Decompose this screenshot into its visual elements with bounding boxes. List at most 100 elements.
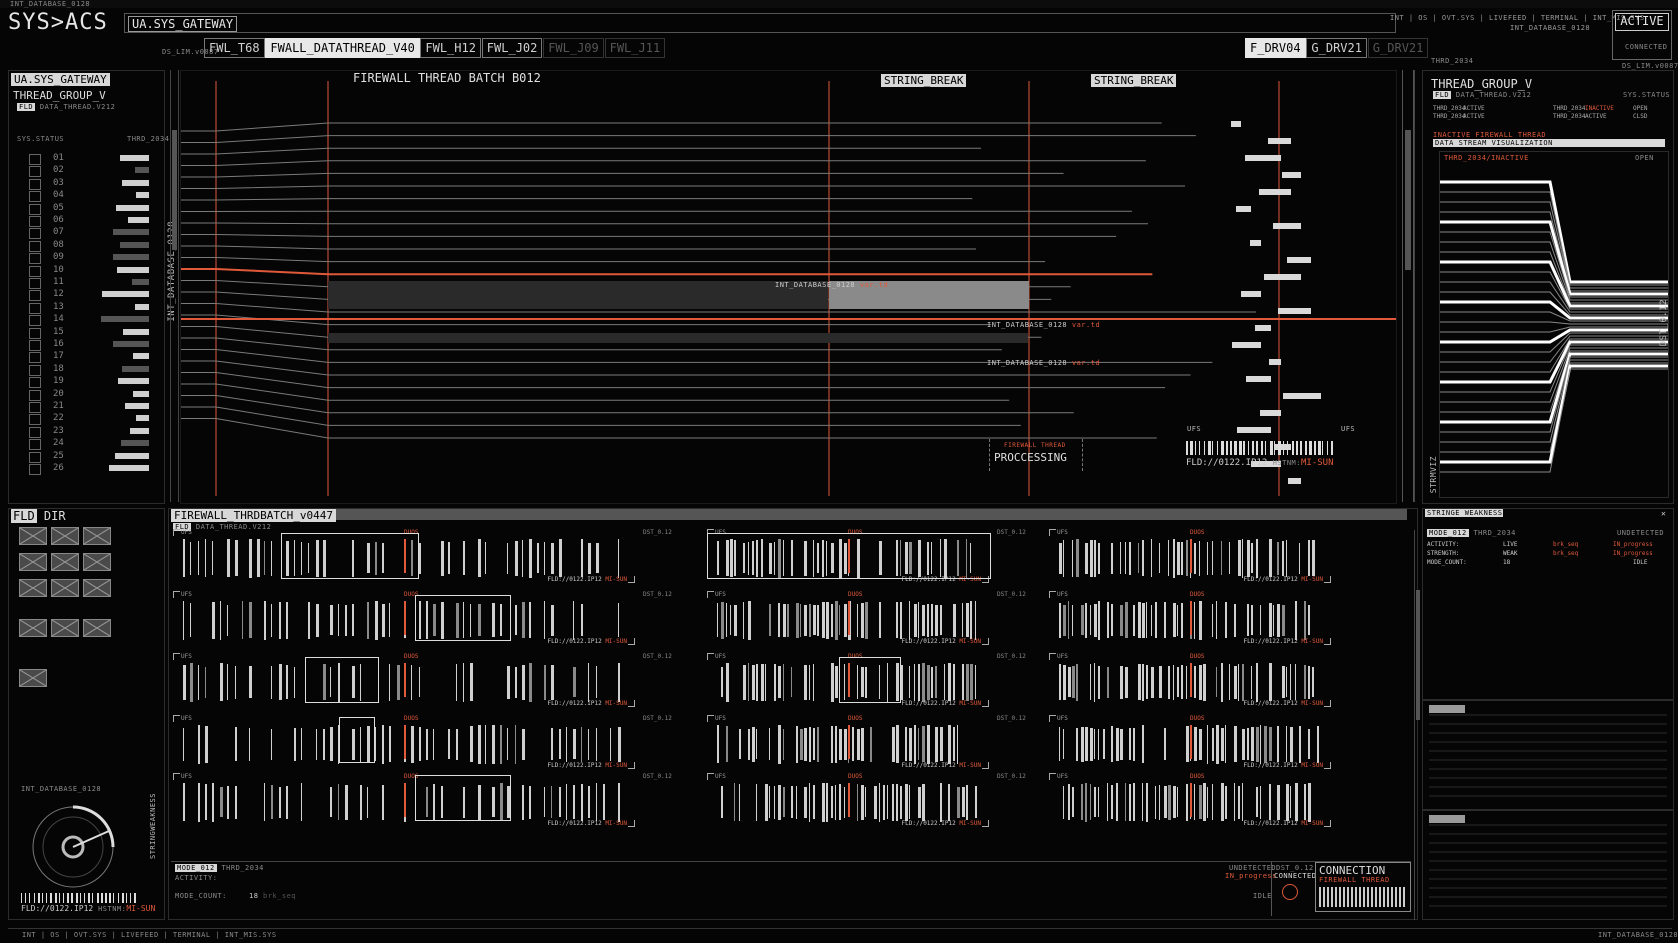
row-check[interactable] xyxy=(29,178,41,190)
row-check[interactable] xyxy=(29,364,41,376)
file-icon[interactable] xyxy=(83,553,111,571)
strength-prog: IN_progress xyxy=(1613,541,1653,548)
close-icon[interactable]: ✕ xyxy=(1661,509,1669,518)
batch-cell[interactable]: UFS DUOS FLD://0122.IP12 MI-SUN xyxy=(1049,591,1331,645)
row-check[interactable] xyxy=(29,439,41,451)
signal-stripe xyxy=(1233,726,1237,762)
row-check[interactable] xyxy=(29,426,41,438)
tab-fwl_j11[interactable]: FWL_J11 xyxy=(604,38,666,58)
batch-cell[interactable]: UFS DUOS FLD://0122.IP12 MI-SUN xyxy=(707,773,989,827)
tab-fwl_t68[interactable]: FWL_T68 xyxy=(204,38,265,58)
file-icon[interactable] xyxy=(51,579,79,597)
tab-right-1[interactable]: G_DRV21 xyxy=(1306,38,1367,58)
barcode-stripe xyxy=(1216,441,1218,455)
row-number: 15 xyxy=(53,326,64,337)
row-check[interactable] xyxy=(29,290,41,302)
row-check[interactable] xyxy=(29,154,41,165)
row-check[interactable] xyxy=(29,228,41,240)
left-scrollbar[interactable] xyxy=(170,70,179,502)
signal-stripe xyxy=(804,604,808,636)
tab-right-0[interactable]: F_DRV04 xyxy=(1245,38,1306,58)
row-check[interactable] xyxy=(29,340,41,351)
gateway-bar[interactable]: UA.SYS_GATEWAY xyxy=(124,13,1396,33)
top-nav[interactable]: INT | OS | OVT.SYS | LIVEFEED | TERMINAL… xyxy=(1390,14,1645,22)
tab-fwl_j09[interactable]: FWL_J09 xyxy=(543,38,604,58)
batch-scroll-thumb[interactable] xyxy=(1416,590,1420,720)
tab-fwl_h12[interactable]: FWL_H12 xyxy=(420,38,481,58)
row-check[interactable] xyxy=(29,253,41,265)
file-icon[interactable] xyxy=(51,527,79,545)
signal-stripe xyxy=(286,665,289,699)
row-check[interactable] xyxy=(29,414,41,426)
file-icon[interactable] xyxy=(19,553,47,571)
batch-cell[interactable]: UFS DUOS FLD://0122.IP12 MI-SUN xyxy=(173,715,635,769)
tab-fwl_j02[interactable]: FWL_J02 xyxy=(481,38,543,58)
row-check[interactable] xyxy=(29,402,41,413)
row-check[interactable] xyxy=(29,265,41,277)
signal-stripe xyxy=(543,787,545,817)
file-icon[interactable] xyxy=(83,579,111,597)
batch-cell[interactable]: UFS DUOS FLD://0122.IP12 MI-SUN xyxy=(1049,529,1331,583)
signal-stripe xyxy=(256,539,260,577)
tab-right-2[interactable]: G_DRV21 xyxy=(1367,38,1429,58)
file-icon[interactable] xyxy=(19,527,47,545)
row-check[interactable] xyxy=(29,191,41,203)
signal-stripe xyxy=(521,664,525,700)
signal-stripe xyxy=(922,783,926,821)
signal-stripe xyxy=(1211,784,1213,820)
signal-stripe xyxy=(1168,540,1170,576)
file-icon[interactable] xyxy=(51,619,79,637)
tab-fwall_datathread_v40[interactable]: FWALL_DATATHREAD_V40 xyxy=(265,38,420,58)
cell-misun: MI-SUN xyxy=(959,762,981,769)
signal-stripe xyxy=(935,726,939,762)
row-check[interactable] xyxy=(29,389,41,401)
signal-stripe xyxy=(756,729,758,759)
file-icon[interactable] xyxy=(83,527,111,545)
row-check[interactable] xyxy=(29,451,41,463)
cell-fld: FLD://0122.IP12 xyxy=(1243,820,1302,827)
row-check[interactable] xyxy=(29,216,41,227)
cell-ufs: UFS xyxy=(1057,529,1068,536)
row-check[interactable] xyxy=(29,203,41,215)
row-check[interactable] xyxy=(29,278,41,289)
batch-cell[interactable]: UFS DUOS FLD://0122.IP12 MI-SUN xyxy=(173,773,635,827)
signal-stripe xyxy=(492,724,496,764)
signal-stripe xyxy=(896,783,899,821)
signal-stripe xyxy=(948,663,952,701)
row-number: 17 xyxy=(53,351,64,362)
file-icon[interactable] xyxy=(51,553,79,571)
row-check[interactable] xyxy=(29,315,41,327)
row-check[interactable] xyxy=(29,302,41,314)
batch-cell[interactable]: UFS DUOS FLD://0122.IP12 MI-SUN xyxy=(173,653,635,707)
main-scroll-thumb[interactable] xyxy=(1405,130,1411,270)
row-check[interactable] xyxy=(29,240,41,252)
batch-cell[interactable]: UFS DUOS FLD://0122.IP12 MI-SUN xyxy=(1049,715,1331,769)
signal-stripe xyxy=(1089,664,1091,700)
signal-stripe xyxy=(227,785,230,819)
batch-cell[interactable]: UFS DUOS FLD://0122.IP12 MI-SUN xyxy=(707,715,989,769)
file-icon[interactable] xyxy=(19,579,47,597)
bottom-nav[interactable]: INT | OS | OVT.SYS | LIVEFEED | TERMINAL… xyxy=(22,931,277,939)
cell-dst: DST_0.12 xyxy=(643,529,672,536)
row-check[interactable] xyxy=(29,166,41,178)
batch-cell[interactable]: UFS DUOS FLD://0122.IP12 MI-SUN xyxy=(1049,653,1331,707)
main-scrollbar[interactable] xyxy=(1402,70,1414,502)
row-check[interactable] xyxy=(29,352,41,364)
file-icon[interactable] xyxy=(19,669,47,687)
file-icon[interactable] xyxy=(19,619,47,637)
right-scrollbar[interactable] xyxy=(1414,70,1421,502)
batch-cell[interactable]: UFS DUOS FLD://0122.IP12 MI-SUN xyxy=(1049,773,1331,827)
file-icon[interactable] xyxy=(83,619,111,637)
connection-button[interactable]: CONNECTION FIREWALL THREAD xyxy=(1315,862,1411,912)
row-number: 13 xyxy=(53,301,64,312)
left-scroll-thumb[interactable] xyxy=(172,130,177,250)
batch-cell[interactable]: UFS DUOS FLD://0122.IP12 MI-SUN xyxy=(173,591,635,645)
batch-cell[interactable]: UFS DUOS FLD://0122.IP12 MI-SUN xyxy=(707,591,989,645)
row-check[interactable] xyxy=(29,327,41,339)
row-check[interactable] xyxy=(29,464,41,475)
x-mark-icon xyxy=(84,528,110,544)
left-panel: UA.SYS_GATEWAY THREAD_GROUP_V FLD DATA_T… xyxy=(8,70,177,504)
row-check[interactable] xyxy=(29,377,41,389)
signal-stripe xyxy=(856,603,858,637)
batch-scrollbar[interactable] xyxy=(1414,530,1421,920)
